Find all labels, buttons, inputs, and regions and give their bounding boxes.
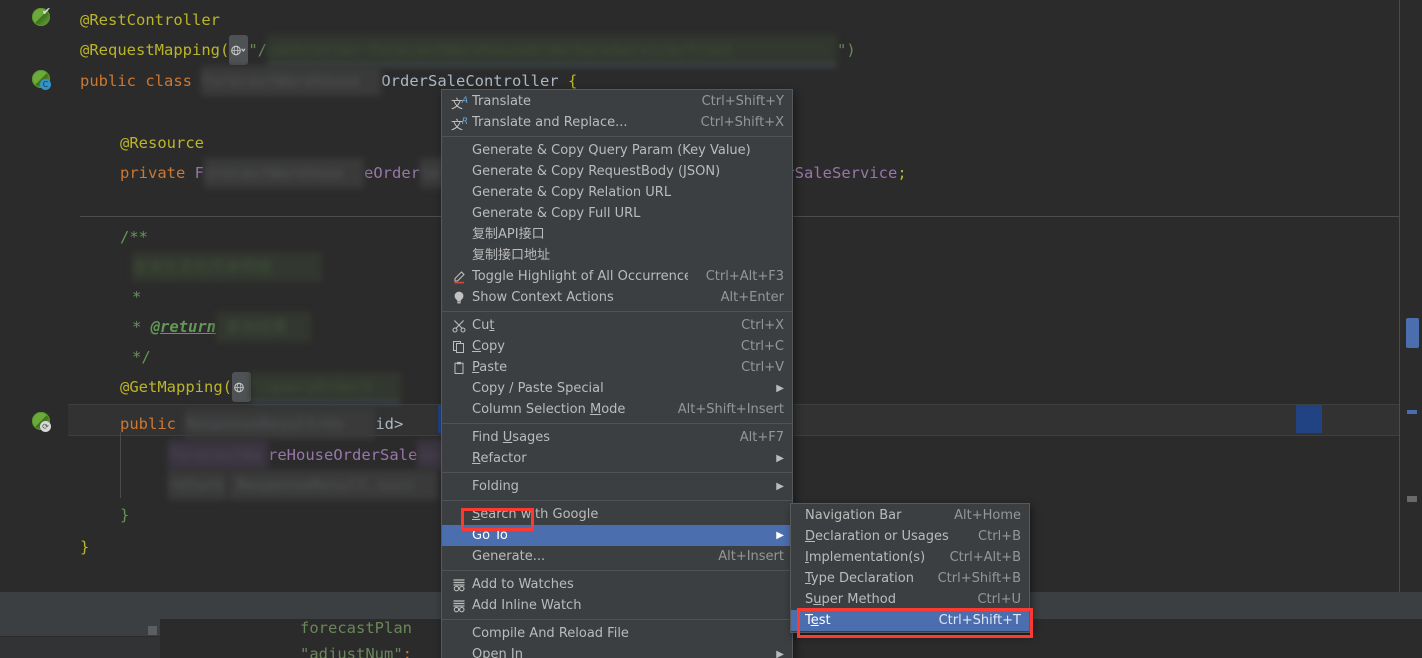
- code-line-javadoc-desc: 查询生态包月单明细: [132, 252, 322, 282]
- watch-icon: [446, 595, 472, 616]
- code-line-javadoc-close: */: [132, 348, 151, 366]
- menu-separator: [442, 570, 792, 571]
- web-endpoint-icon-2[interactable]: [231, 371, 251, 402]
- menu-separator: [442, 423, 792, 424]
- menu-item-generate-copy-relation-url[interactable]: Generate & Copy Relation URL: [442, 182, 792, 203]
- web-endpoint-icon[interactable]: [229, 34, 249, 65]
- translate-replace-icon: 文R: [451, 116, 468, 132]
- menu-item-refactor[interactable]: Refactor ▶: [442, 448, 792, 469]
- no-icon: [446, 399, 472, 420]
- submenu-item-test[interactable]: Test Ctrl+Shift+T: [791, 610, 1029, 631]
- code-line-method-signature: public ResponseResult<Vo id>: [120, 409, 413, 439]
- clipboard-icon: [446, 357, 472, 378]
- scrollbar-thumb[interactable]: [1406, 318, 1419, 348]
- submenu-item-super-method[interactable]: Super Method Ctrl+U: [791, 589, 1029, 610]
- submenu-item-declaration-or-usages[interactable]: Declaration or Usages Ctrl+B: [791, 526, 1029, 547]
- copy-icon: [446, 336, 472, 357]
- console-line-1: forecastPlan: [300, 619, 412, 637]
- menu-item-show-context-actions[interactable]: Show Context Actions Alt+Enter: [442, 287, 792, 308]
- menu-item-copy[interactable]: Copy Ctrl+C: [442, 336, 792, 357]
- submenu-item-navigation-bar[interactable]: Navigation Bar Alt+Home: [791, 505, 1029, 526]
- menu-separator: [442, 136, 792, 137]
- menu-separator: [442, 311, 792, 312]
- no-icon: [446, 623, 472, 644]
- code-line-javadoc-open: /**: [120, 228, 148, 246]
- no-icon: [446, 644, 472, 658]
- menu-item-translate-and-replace[interactable]: 文R Translate and Replace... Ctrl+Shift+X: [442, 112, 792, 133]
- no-icon: [446, 546, 472, 567]
- menu-item-add-inline-watch[interactable]: Add Inline Watch: [442, 595, 792, 616]
- chevron-right-icon: ▶: [776, 383, 784, 394]
- menu-item-search-with-google[interactable]: Search with Google: [442, 504, 792, 525]
- no-icon: [446, 427, 472, 448]
- editor-scrollbar-rail[interactable]: [1399, 0, 1422, 592]
- code-line-javadoc-blank: *: [132, 288, 142, 306]
- no-icon: [446, 161, 472, 182]
- no-icon: [446, 224, 472, 245]
- scrollbar-marker-2[interactable]: [1407, 496, 1417, 502]
- menu-item-copy-paste-special[interactable]: Copy / Paste Special ▶: [442, 378, 792, 399]
- code-line-close-class: }: [80, 538, 90, 556]
- no-icon: [446, 448, 472, 469]
- no-icon: [446, 140, 472, 161]
- tool-window-left-pane[interactable]: [0, 619, 161, 658]
- menu-item-add-to-watches[interactable]: Add to Watches: [442, 574, 792, 595]
- highlighter-icon: [446, 266, 472, 287]
- tool-window-left-row[interactable]: [0, 636, 160, 658]
- no-icon: [446, 504, 472, 525]
- ide-window: ✔ C ⟳ @RestController @RequestMapping("/…: [0, 0, 1422, 658]
- menu-item-translate[interactable]: 文A Translate Ctrl+Shift+Y: [442, 91, 792, 112]
- menu-item-go-to[interactable]: Go To ▶: [442, 525, 792, 546]
- menu-item-folding[interactable]: Folding ▶: [442, 476, 792, 497]
- menu-item-compile-and-reload-file[interactable]: Compile And Reload File: [442, 623, 792, 644]
- resize-handle[interactable]: [148, 626, 157, 635]
- menu-separator: [442, 500, 792, 501]
- no-icon: [446, 182, 472, 203]
- menu-item-cut[interactable]: Cut Ctrl+X: [442, 315, 792, 336]
- lightbulb-icon: [446, 287, 472, 308]
- editor-context-menu[interactable]: 文A Translate Ctrl+Shift+Y 文R Translate a…: [441, 89, 793, 658]
- menu-item-copy-api[interactable]: 复制API接口: [442, 224, 792, 245]
- menu-separator: [442, 472, 792, 473]
- no-icon: [446, 525, 472, 546]
- submenu-item-type-declaration[interactable]: Type Declaration Ctrl+Shift+B: [791, 568, 1029, 589]
- menu-item-generate-copy-requestbody[interactable]: Generate & Copy RequestBody (JSON): [442, 161, 792, 182]
- chevron-right-icon: ▶: [776, 649, 784, 658]
- console-line-2: "adjustNum":: [300, 645, 412, 658]
- no-icon: [446, 378, 472, 399]
- menu-item-copy-api-url[interactable]: 复制接口地址: [442, 245, 792, 266]
- no-icon: [446, 245, 472, 266]
- menu-item-find-usages[interactable]: Find Usages Alt+F7: [442, 427, 792, 448]
- menu-item-open-in[interactable]: Open In ▶: [442, 644, 792, 658]
- chevron-right-icon: ▶: [776, 453, 784, 464]
- no-icon: [446, 203, 472, 224]
- submenu-item-implementations[interactable]: Implementation(s) Ctrl+Alt+B: [791, 547, 1029, 568]
- code-line-javadoc-return: * @return 查询结果: [132, 312, 311, 342]
- scissors-icon: [446, 315, 472, 336]
- menu-item-generate[interactable]: Generate... Alt+Insert: [442, 546, 792, 567]
- chevron-right-icon: ▶: [776, 481, 784, 492]
- code-line-requestmapping: @RequestMapping("/controller-ForecastWar…: [80, 34, 856, 66]
- code-line-close-method: }: [120, 506, 130, 524]
- code-line-return: return ResponseResult.succ: [168, 470, 438, 500]
- go-to-submenu[interactable]: Navigation Bar Alt+Home Declaration or U…: [790, 503, 1030, 633]
- code-line-getmapping: @GetMapping("/queryOrderS: [120, 371, 401, 403]
- scrollbar-marker[interactable]: [1407, 410, 1417, 414]
- menu-separator: [442, 619, 792, 620]
- menu-item-generate-copy-query-param[interactable]: Generate & Copy Query Param (Key Value): [442, 140, 792, 161]
- menu-item-column-selection-mode[interactable]: Column Selection Mode Alt+Shift+Insert: [442, 399, 792, 420]
- menu-item-generate-copy-full-url[interactable]: Generate & Copy Full URL: [442, 203, 792, 224]
- no-icon: [446, 476, 472, 497]
- menu-item-paste[interactable]: Paste Ctrl+V: [442, 357, 792, 378]
- code-line-resource: @Resource: [120, 134, 204, 152]
- chevron-right-icon: ▶: [776, 530, 784, 541]
- translate-icon: 文A: [451, 95, 468, 111]
- menu-item-toggle-highlight[interactable]: Toggle Highlight of All Occurrences Ctrl…: [442, 266, 792, 287]
- code-line-restcontroller: @RestController: [80, 11, 220, 29]
- watch-icon: [446, 574, 472, 595]
